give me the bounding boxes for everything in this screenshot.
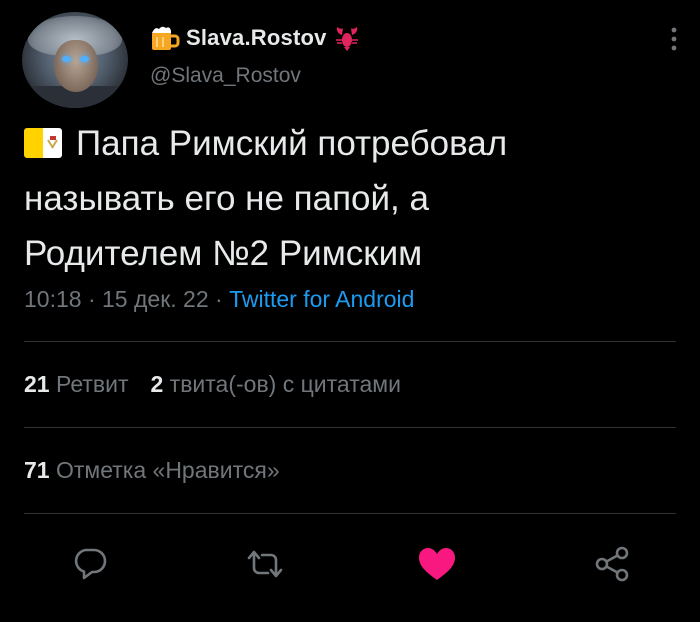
tweet-line: Родителем №2 Римским xyxy=(24,234,423,273)
divider xyxy=(24,427,676,428)
beer-mug-icon xyxy=(152,26,180,50)
like-button[interactable] xyxy=(413,540,461,588)
quotes-link[interactable]: 2 твита(-ов) с цитатами xyxy=(150,371,400,397)
tweet-time[interactable]: 10:18 xyxy=(24,286,82,312)
more-options-icon[interactable] xyxy=(670,26,678,52)
retweet-stats-row: 21 Ретвит 2 твита(-ов) с цитатами xyxy=(24,371,401,398)
lobster-icon xyxy=(335,27,358,51)
tweet-meta: 10:18 · 15 дек. 22 · Twitter for Android xyxy=(24,286,414,313)
meta-separator: · xyxy=(208,286,230,312)
reply-button[interactable] xyxy=(66,540,114,588)
divider xyxy=(24,513,676,514)
likes-stats-row: 71 Отметка «Нравится» xyxy=(24,457,280,484)
quotes-count: 2 xyxy=(150,371,164,397)
retweet-icon xyxy=(247,550,283,578)
display-name[interactable]: Slava.Rostov xyxy=(186,25,327,51)
author-handle[interactable]: @Slava_Rostov xyxy=(150,64,301,88)
author-name-row[interactable]: Slava.Rostov xyxy=(150,24,361,52)
tweet-line: называть его не папой, а xyxy=(24,179,429,218)
vatican-flag-icon xyxy=(24,128,62,158)
share-button[interactable] xyxy=(588,540,636,588)
likes-label: Отметка «Нравится» xyxy=(55,457,280,483)
tweet-date[interactable]: 15 дек. 22 xyxy=(102,286,209,312)
tweet-actions xyxy=(24,540,676,590)
tweet-header: Slava.Rostov @Slava_Rostov xyxy=(22,12,678,112)
divider xyxy=(24,341,676,342)
quotes-label: твита(-ов) с цитатами xyxy=(169,371,401,397)
retweets-count: 21 xyxy=(24,371,50,397)
share-icon xyxy=(595,546,629,582)
tweet-text: Папа Римский потребовал называть его не … xyxy=(24,116,674,281)
retweet-button[interactable] xyxy=(241,540,289,588)
meta-separator: · xyxy=(81,286,103,312)
retweets-link[interactable]: 21 Ретвит xyxy=(24,371,128,397)
avatar[interactable] xyxy=(22,12,128,108)
retweets-label: Ретвит xyxy=(55,371,129,397)
tweet-source-link[interactable]: Twitter for Android xyxy=(229,286,414,312)
likes-link[interactable]: 71 Отметка «Нравится» xyxy=(24,457,280,483)
likes-count: 71 xyxy=(24,457,50,483)
tweet-line: Папа Римский потребовал xyxy=(24,116,674,171)
like-icon xyxy=(419,548,455,580)
reply-icon xyxy=(74,548,107,580)
